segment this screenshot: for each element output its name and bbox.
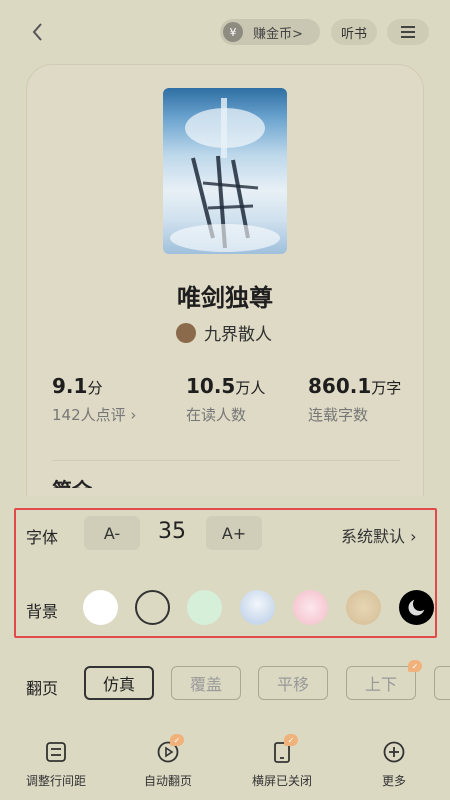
- wordcount-value: 860.1: [308, 374, 372, 398]
- bg-swatch-pink[interactable]: [293, 590, 328, 625]
- bg-swatch-white[interactable]: [83, 590, 118, 625]
- bg-swatch-light-blue[interactable]: [240, 590, 275, 625]
- font-size-value: 35: [158, 519, 186, 544]
- line-spacing-label: 调整行间距: [25, 774, 86, 788]
- line-spacing-button[interactable]: 调整行间距: [6, 740, 106, 789]
- wordcount-unit: 万字: [371, 379, 402, 397]
- more-label: 更多: [381, 774, 406, 788]
- wordcount-stat: 860.1万字 连载字数: [308, 374, 401, 425]
- more-button[interactable]: 更多: [344, 740, 444, 789]
- font-family-selector[interactable]: 系统默认 ›: [341, 523, 417, 547]
- auto-page-label: 自动翻页: [143, 774, 192, 788]
- font-decrease-button[interactable]: A-: [84, 516, 140, 550]
- author-link[interactable]: 九界散人: [176, 320, 272, 345]
- line-spacing-icon: [44, 740, 68, 764]
- hamburger-menu-icon: [401, 26, 415, 38]
- book-title: 唯剑独尊: [177, 284, 273, 312]
- background-label: 背景: [26, 602, 59, 621]
- author-name: 九界散人: [204, 325, 272, 345]
- font-increase-button[interactable]: A+: [206, 516, 262, 550]
- page-turn-vertical[interactable]: 上下: [346, 666, 416, 700]
- earn-coins-button[interactable]: ¥ 赚金币>: [220, 19, 320, 45]
- listen-button[interactable]: 听书: [331, 19, 377, 45]
- readers-unit: 万人: [235, 379, 266, 397]
- readers-stat: 10.5万人 在读人数: [186, 374, 265, 425]
- moon-icon: [408, 597, 427, 616]
- bg-swatch-tan[interactable]: [346, 590, 381, 625]
- readers-value: 10.5: [186, 374, 236, 398]
- page-turn-more[interactable]: [434, 666, 450, 700]
- intro-heading: 简介: [52, 478, 112, 488]
- landscape-badge-icon: ✓: [284, 734, 298, 746]
- coin-icon: ¥: [223, 22, 243, 42]
- bg-swatch-beige-selected[interactable]: [135, 590, 170, 625]
- more-plus-icon: [382, 740, 406, 764]
- earn-coins-label: 赚金币>: [253, 26, 303, 42]
- top-bar: ¥ 赚金币> 听书: [0, 0, 450, 62]
- intro-heading-text: 简介: [52, 478, 92, 488]
- page-turn-simulation[interactable]: 仿真: [84, 666, 154, 700]
- new-badge-icon: ✓: [408, 660, 422, 672]
- rating-unit: 分: [87, 379, 103, 397]
- rating-stat[interactable]: 9.1分 142人点评 ›: [52, 374, 136, 425]
- back-chevron-icon[interactable]: [26, 20, 50, 44]
- author-avatar: [176, 322, 196, 343]
- bg-swatch-night[interactable]: [399, 590, 434, 625]
- menu-button[interactable]: [387, 19, 429, 45]
- landscape-label: 横屏已关闭: [251, 774, 312, 788]
- readers-label: 在读人数: [186, 406, 247, 424]
- rating-count: 142人点评 ›: [52, 406, 137, 424]
- auto-page-button[interactable]: ✓ 自动翻页: [118, 734, 218, 789]
- page-turn-slide[interactable]: 平移: [258, 666, 328, 700]
- font-label: 字体: [26, 528, 59, 547]
- landscape-button[interactable]: ✓ 横屏已关闭: [232, 734, 332, 789]
- page-turn-label: 翻页: [26, 679, 59, 698]
- auto-page-icon: ✓: [156, 734, 184, 764]
- page-turn-cover[interactable]: 覆盖: [171, 666, 241, 700]
- card-divider: [52, 460, 400, 461]
- auto-page-badge-icon: ✓: [170, 734, 184, 746]
- rating-value: 9.1: [52, 374, 88, 398]
- landscape-icon: ✓: [270, 734, 298, 764]
- book-cover-image[interactable]: [163, 88, 287, 254]
- wordcount-label: 连载字数: [308, 406, 369, 424]
- bg-swatch-light-green[interactable]: [187, 590, 222, 625]
